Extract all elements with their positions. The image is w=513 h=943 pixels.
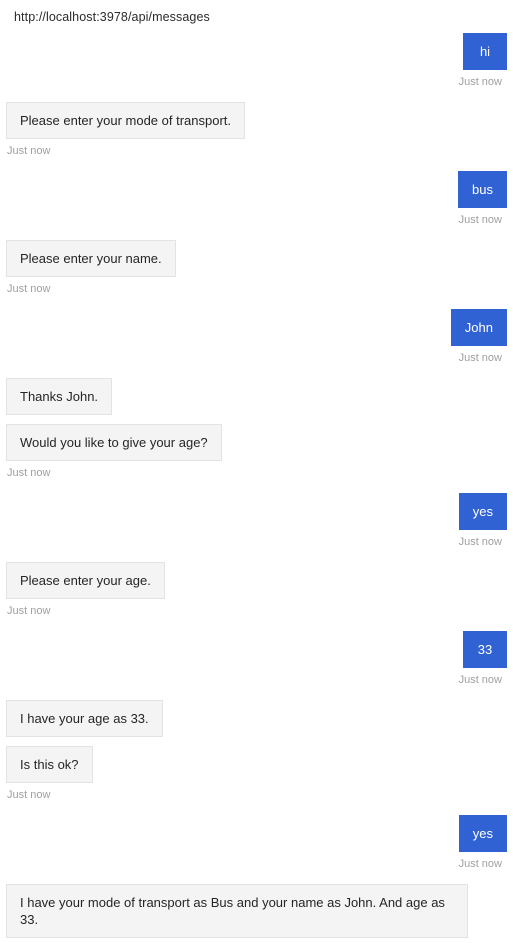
message-timestamp: Just now [7,283,51,295]
bot-message-bubble[interactable]: Please enter your age. [6,562,165,599]
message-row: John [6,309,507,346]
user-message-bubble[interactable]: John [450,309,507,346]
message-timestamp: Just now [7,467,51,479]
message-row: I have your age as 33. [6,700,507,737]
message-group-user: bus Just now [6,171,507,227]
message-row: Please enter your name. [6,240,507,277]
bot-message-bubble[interactable]: Please enter your mode of transport. [6,102,246,139]
message-timestamp: Just now [7,145,51,157]
message-row: yes [6,815,507,852]
user-message-bubble[interactable]: hi [463,33,507,70]
message-group-bot: Thanks John. Would you like to give your … [6,378,507,480]
bot-message-bubble[interactable]: I have your mode of transport as Bus and… [6,884,468,938]
message-row: bus [6,171,507,208]
bot-message-bubble[interactable]: Is this ok? [6,746,93,783]
message-timestamp: Just now [458,858,502,870]
bot-message-bubble[interactable]: I have your age as 33. [6,700,163,737]
message-group-bot: I have your age as 33. Is this ok? Just no… [6,700,507,802]
message-group-user: John Just now [6,309,507,365]
user-message-bubble[interactable]: yes [458,493,507,530]
user-message-bubble[interactable]: yes [458,815,507,852]
message-group-user: 33 Just now [6,631,507,687]
chat-transcript[interactable]: hi Just now Please enter your mode of tran… [0,33,513,943]
message-row: Please enter your mode of transport. [6,102,507,139]
message-row: Is this ok? [6,746,507,783]
message-row: hi [6,33,507,70]
message-group-user: yes Just now [6,815,507,871]
message-group-bot: Please enter your name. Just now [6,240,507,296]
message-row: Would you like to give your age? [6,424,507,461]
message-group-bot: Please enter your mode of transport. Just… [6,102,507,158]
message-timestamp: Just now [458,536,502,548]
message-group-user: yes Just now [6,493,507,549]
message-row: I have your mode of transport as Bus and… [6,884,507,938]
message-timestamp: Just now [458,352,502,364]
message-group-bot: I have your mode of transport as Bus and… [6,884,507,943]
endpoint-url-label: http://localhost:3978/api/messages [14,10,210,24]
message-timestamp: Just now [7,605,51,617]
user-message-bubble[interactable]: 33 [463,631,507,668]
message-timestamp: Just now [458,674,502,686]
message-timestamp: Just now [458,214,502,226]
message-group-bot: Please enter your age. Just now [6,562,507,618]
bot-message-bubble[interactable]: Would you like to give your age? [6,424,222,461]
message-timestamp: Just now [458,76,502,88]
bot-message-bubble[interactable]: Thanks John. [6,378,113,415]
message-timestamp: Just now [7,789,51,801]
message-row: 33 [6,631,507,668]
message-row: Please enter your age. [6,562,507,599]
bot-message-bubble[interactable]: Please enter your name. [6,240,176,277]
message-group-user: hi Just now [6,33,507,89]
user-message-bubble[interactable]: bus [458,171,507,208]
chat-panel: http://localhost:3978/api/messages hi Jus… [0,0,513,943]
message-row: yes [6,493,507,530]
message-row: Thanks John. [6,378,507,415]
